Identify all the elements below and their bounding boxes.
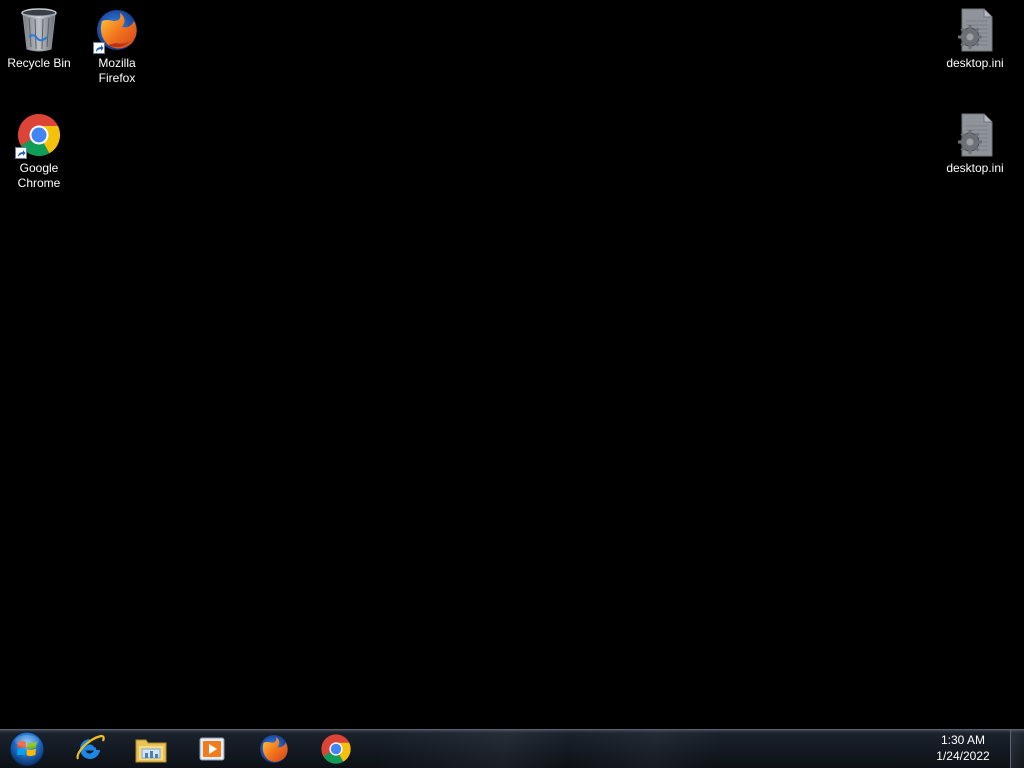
desktop-icon-label: Recycle Bin bbox=[7, 56, 71, 70]
windows-explorer-icon bbox=[135, 739, 167, 763]
taskbar-button-firefox[interactable] bbox=[246, 731, 302, 767]
desktop-icon-label: desktop.ini bbox=[946, 161, 1004, 175]
windows-media-player-icon bbox=[199, 737, 225, 761]
windows-start-orb-icon bbox=[9, 731, 45, 767]
recycle-bin-icon bbox=[15, 6, 63, 54]
firefox-icon bbox=[260, 735, 288, 763]
taskbar-clock[interactable]: 1:30 AM 1/24/2022 bbox=[928, 732, 998, 766]
clock-time: 1:30 AM bbox=[940, 733, 986, 747]
show-desktop-button[interactable] bbox=[1010, 730, 1024, 768]
desktop-icon-recycle-bin[interactable]: Recycle Bin bbox=[0, 6, 78, 71]
desktop-icon-chrome[interactable]: Google Chrome bbox=[0, 111, 78, 191]
desktop-icon-desktop-ini[interactable]: desktop.ini bbox=[936, 111, 1014, 176]
shortcut-arrow-icon bbox=[93, 42, 105, 54]
taskbar: 1:30 AM 1/24/2022 bbox=[0, 729, 1024, 768]
desktop-icon-desktop-ini[interactable]: desktop.ini bbox=[936, 6, 1014, 71]
desktop-icon-label: desktop.ini bbox=[946, 56, 1004, 70]
internet-explorer-icon bbox=[76, 734, 105, 760]
chrome-icon bbox=[15, 111, 63, 159]
start-button[interactable] bbox=[7, 730, 47, 768]
desktop-icon-label: Mozilla Firefox bbox=[98, 56, 136, 85]
settings-file-icon bbox=[951, 111, 999, 159]
desktop-icon-firefox[interactable]: Mozilla Firefox bbox=[78, 6, 156, 86]
chrome-icon bbox=[321, 734, 351, 764]
settings-file-icon bbox=[951, 6, 999, 54]
desktop[interactable]: Recycle Bin Mozilla Firefox Google Chrom… bbox=[0, 0, 1024, 729]
shortcut-arrow-icon bbox=[15, 147, 27, 159]
desktop-icon-label: Google Chrome bbox=[17, 161, 61, 190]
taskbar-button-internet-explorer[interactable] bbox=[62, 731, 118, 767]
taskbar-button-chrome[interactable] bbox=[308, 731, 364, 767]
taskbar-button-windows-explorer[interactable] bbox=[123, 731, 179, 767]
firefox-icon bbox=[93, 6, 141, 54]
clock-date: 1/24/2022 bbox=[936, 749, 990, 763]
taskbar-button-windows-media-player[interactable] bbox=[184, 731, 240, 767]
